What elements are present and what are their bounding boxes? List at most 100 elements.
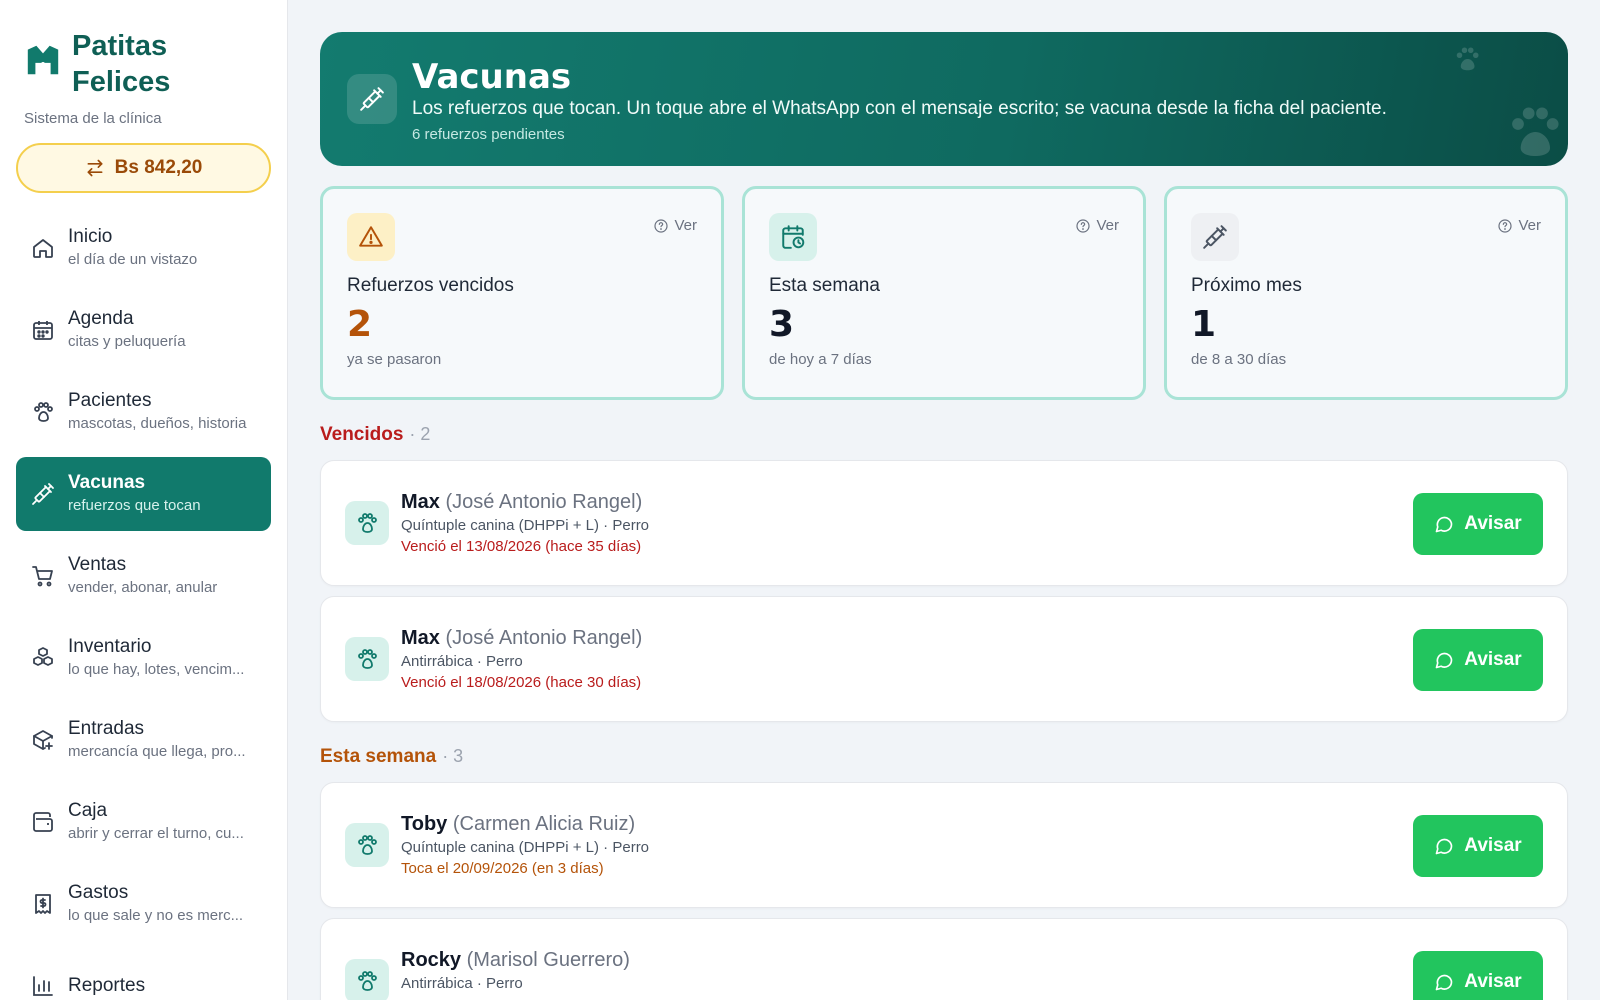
stat-ver-label: Ver — [1518, 217, 1541, 234]
stats-row: Ver Refuerzos vencidos 2 ya se pasaron V… — [320, 186, 1568, 400]
receipt-icon — [30, 891, 56, 917]
brand[interactable]: Patitas Felices — [0, 0, 287, 100]
main-content: Vacunas Los refuerzos que tocan. Un toqu… — [320, 32, 1568, 1000]
sidebar: Patitas Felices Sistema de la clínica Bs… — [0, 0, 288, 1000]
swap-arrows-icon — [87, 159, 103, 177]
reminder-vaccine: Antirrábica · Perro — [401, 653, 523, 670]
pet-name: Rocky — [401, 949, 462, 971]
sidebar-item-ventas[interactable]: Ventas vender, abonar, anular — [16, 539, 271, 613]
wallet-icon — [30, 809, 56, 835]
calendar-icon — [30, 317, 56, 343]
reminder-vaccine: Antirrábica · Perro — [401, 975, 523, 992]
pet-name: Toby — [401, 813, 448, 835]
sidebar-item-sub: abrir y cerrar el turno, cu... — [68, 825, 244, 842]
stat-sub: ya se pasaron — [347, 351, 442, 368]
stat-value: 1 — [1191, 304, 1217, 345]
reminder-vaccine: Quíntuple canina (DHPPi + L) · Perro — [401, 839, 650, 856]
sidebar-item-label: Vacunas — [68, 472, 146, 493]
stat-value: 2 — [347, 304, 373, 345]
help-circle-icon — [1076, 218, 1091, 233]
stat-value: 3 — [769, 304, 795, 345]
exchange-rate-value: Bs 842,20 — [114, 157, 203, 178]
owner-name: (José Antonio Rangel) — [445, 491, 643, 513]
reminder-card: Max (José Antonio Rangel) Quíntuple cani… — [320, 460, 1568, 586]
stat-card-vencidos[interactable]: Ver Refuerzos vencidos 2 ya se pasaron — [320, 186, 724, 400]
sidebar-item-label: Pacientes — [68, 390, 152, 411]
avisar-button[interactable]: Avisar — [1413, 493, 1543, 555]
sidebar-item-vacunas[interactable]: Vacunas refuerzos que tocan — [16, 457, 271, 531]
sidebar-item-sub: vender, abonar, anular — [68, 579, 218, 596]
reminder-due: Venció el 18/08/2026 (hace 30 días) — [401, 674, 642, 691]
page-header: Vacunas Los refuerzos que tocan. Un toqu… — [320, 32, 1568, 166]
sidebar-item-sub: lo que hay, lotes, vencim... — [68, 661, 245, 678]
paw-icon — [345, 501, 389, 545]
reminder-pet-line[interactable]: Rocky (Marisol Guerrero) — [401, 947, 630, 973]
stat-icon-box — [347, 213, 395, 261]
message-circle-icon — [1435, 652, 1453, 669]
pet-name: Max — [401, 491, 440, 513]
sidebar-item-reportes[interactable]: Reportes — [16, 949, 271, 1000]
reminder-vaccine: Quíntuple canina (DHPPi + L) · Perro — [401, 517, 650, 534]
stat-label: Esta semana — [769, 275, 880, 296]
sidebar-item-sub: citas y peluquería — [68, 333, 186, 350]
sidebar-item-label: Agenda — [68, 308, 134, 329]
reminder-pet-line[interactable]: Max (José Antonio Rangel) — [401, 625, 642, 651]
section-heading-vencidos: Vencidos · 2 — [320, 424, 1568, 446]
paw-icon — [345, 823, 389, 867]
exchange-rate-button[interactable]: Bs 842,20 — [16, 143, 271, 193]
sidebar-item-entradas[interactable]: Entradas mercancía que llega, pro... — [16, 703, 271, 777]
warning-icon — [359, 226, 383, 247]
syringe-icon — [347, 74, 397, 124]
sidebar-item-label: Entradas — [68, 718, 145, 739]
boxes-icon — [30, 645, 56, 671]
paw-icon — [30, 399, 56, 425]
reminder-card: Rocky (Marisol Guerrero) Antirrábica · P… — [320, 918, 1568, 1000]
reminder-pet-line[interactable]: Toby (Carmen Alicia Ruiz) — [401, 811, 649, 837]
sidebar-item-inventario[interactable]: Inventario lo que hay, lotes, vencim... — [16, 621, 271, 695]
syringe-icon — [1203, 225, 1227, 249]
stat-ver-link[interactable]: Ver — [1075, 217, 1119, 234]
sidebar-item-sub: el día de un vistazo — [68, 251, 198, 268]
sidebar-item-gastos[interactable]: Gastos lo que sale y no es merc... — [16, 867, 271, 941]
syringe-icon — [30, 481, 56, 507]
paw-shield-icon — [27, 45, 59, 75]
avisar-button[interactable]: Avisar — [1413, 951, 1543, 1000]
section-heading-esta-semana: Esta semana · 3 — [320, 746, 1568, 768]
sidebar-item-label: Inventario — [68, 636, 152, 657]
home-icon — [30, 235, 56, 261]
bar-chart-icon — [30, 973, 56, 999]
brand-name-line1: Patitas — [72, 30, 168, 62]
stat-sub: de hoy a 7 días — [769, 351, 872, 368]
stat-ver-label: Ver — [674, 217, 697, 234]
stat-card-esta-semana[interactable]: Ver Esta semana 3 de hoy a 7 días — [742, 186, 1146, 400]
reminder-due: Venció el 13/08/2026 (hace 35 días) — [401, 538, 642, 555]
page-title: Vacunas — [412, 57, 572, 97]
sidebar-item-pacientes[interactable]: Pacientes mascotas, dueños, historia — [16, 375, 271, 449]
stat-ver-link[interactable]: Ver — [653, 217, 697, 234]
section-count: · 3 — [442, 746, 464, 766]
help-circle-icon — [1498, 218, 1513, 233]
sidebar-item-caja[interactable]: Caja abrir y cerrar el turno, cu... — [16, 785, 271, 859]
section-title: Vencidos — [320, 424, 404, 445]
sidebar-item-sub: lo que sale y no es merc... — [68, 907, 244, 924]
section-title: Esta semana — [320, 746, 437, 767]
page-description: Los refuerzos que tocan. Un toque abre e… — [412, 98, 1387, 119]
paw-icon — [345, 959, 389, 1000]
main-nav: Inicio el día de un vistazo Agenda citas y… — [0, 211, 287, 1000]
stat-ver-link[interactable]: Ver — [1497, 217, 1541, 234]
message-circle-icon — [1435, 838, 1453, 855]
avisar-button[interactable]: Avisar — [1413, 815, 1543, 877]
stat-ver-label: Ver — [1096, 217, 1119, 234]
paw-icon — [345, 637, 389, 681]
reminder-pet-line[interactable]: Max (José Antonio Rangel) — [401, 489, 649, 515]
paw-decoration-icon — [1456, 47, 1479, 71]
message-circle-icon — [1435, 974, 1453, 991]
message-circle-icon — [1435, 516, 1453, 533]
help-circle-icon — [654, 218, 669, 233]
stat-card-proximo-mes[interactable]: Ver Próximo mes 1 de 8 a 30 días — [1164, 186, 1568, 400]
sidebar-item-inicio[interactable]: Inicio el día de un vistazo — [16, 211, 271, 285]
avisar-label: Avisar — [1464, 971, 1522, 992]
avisar-label: Avisar — [1464, 649, 1522, 670]
sidebar-item-agenda[interactable]: Agenda citas y peluquería — [16, 293, 271, 367]
avisar-button[interactable]: Avisar — [1413, 629, 1543, 691]
